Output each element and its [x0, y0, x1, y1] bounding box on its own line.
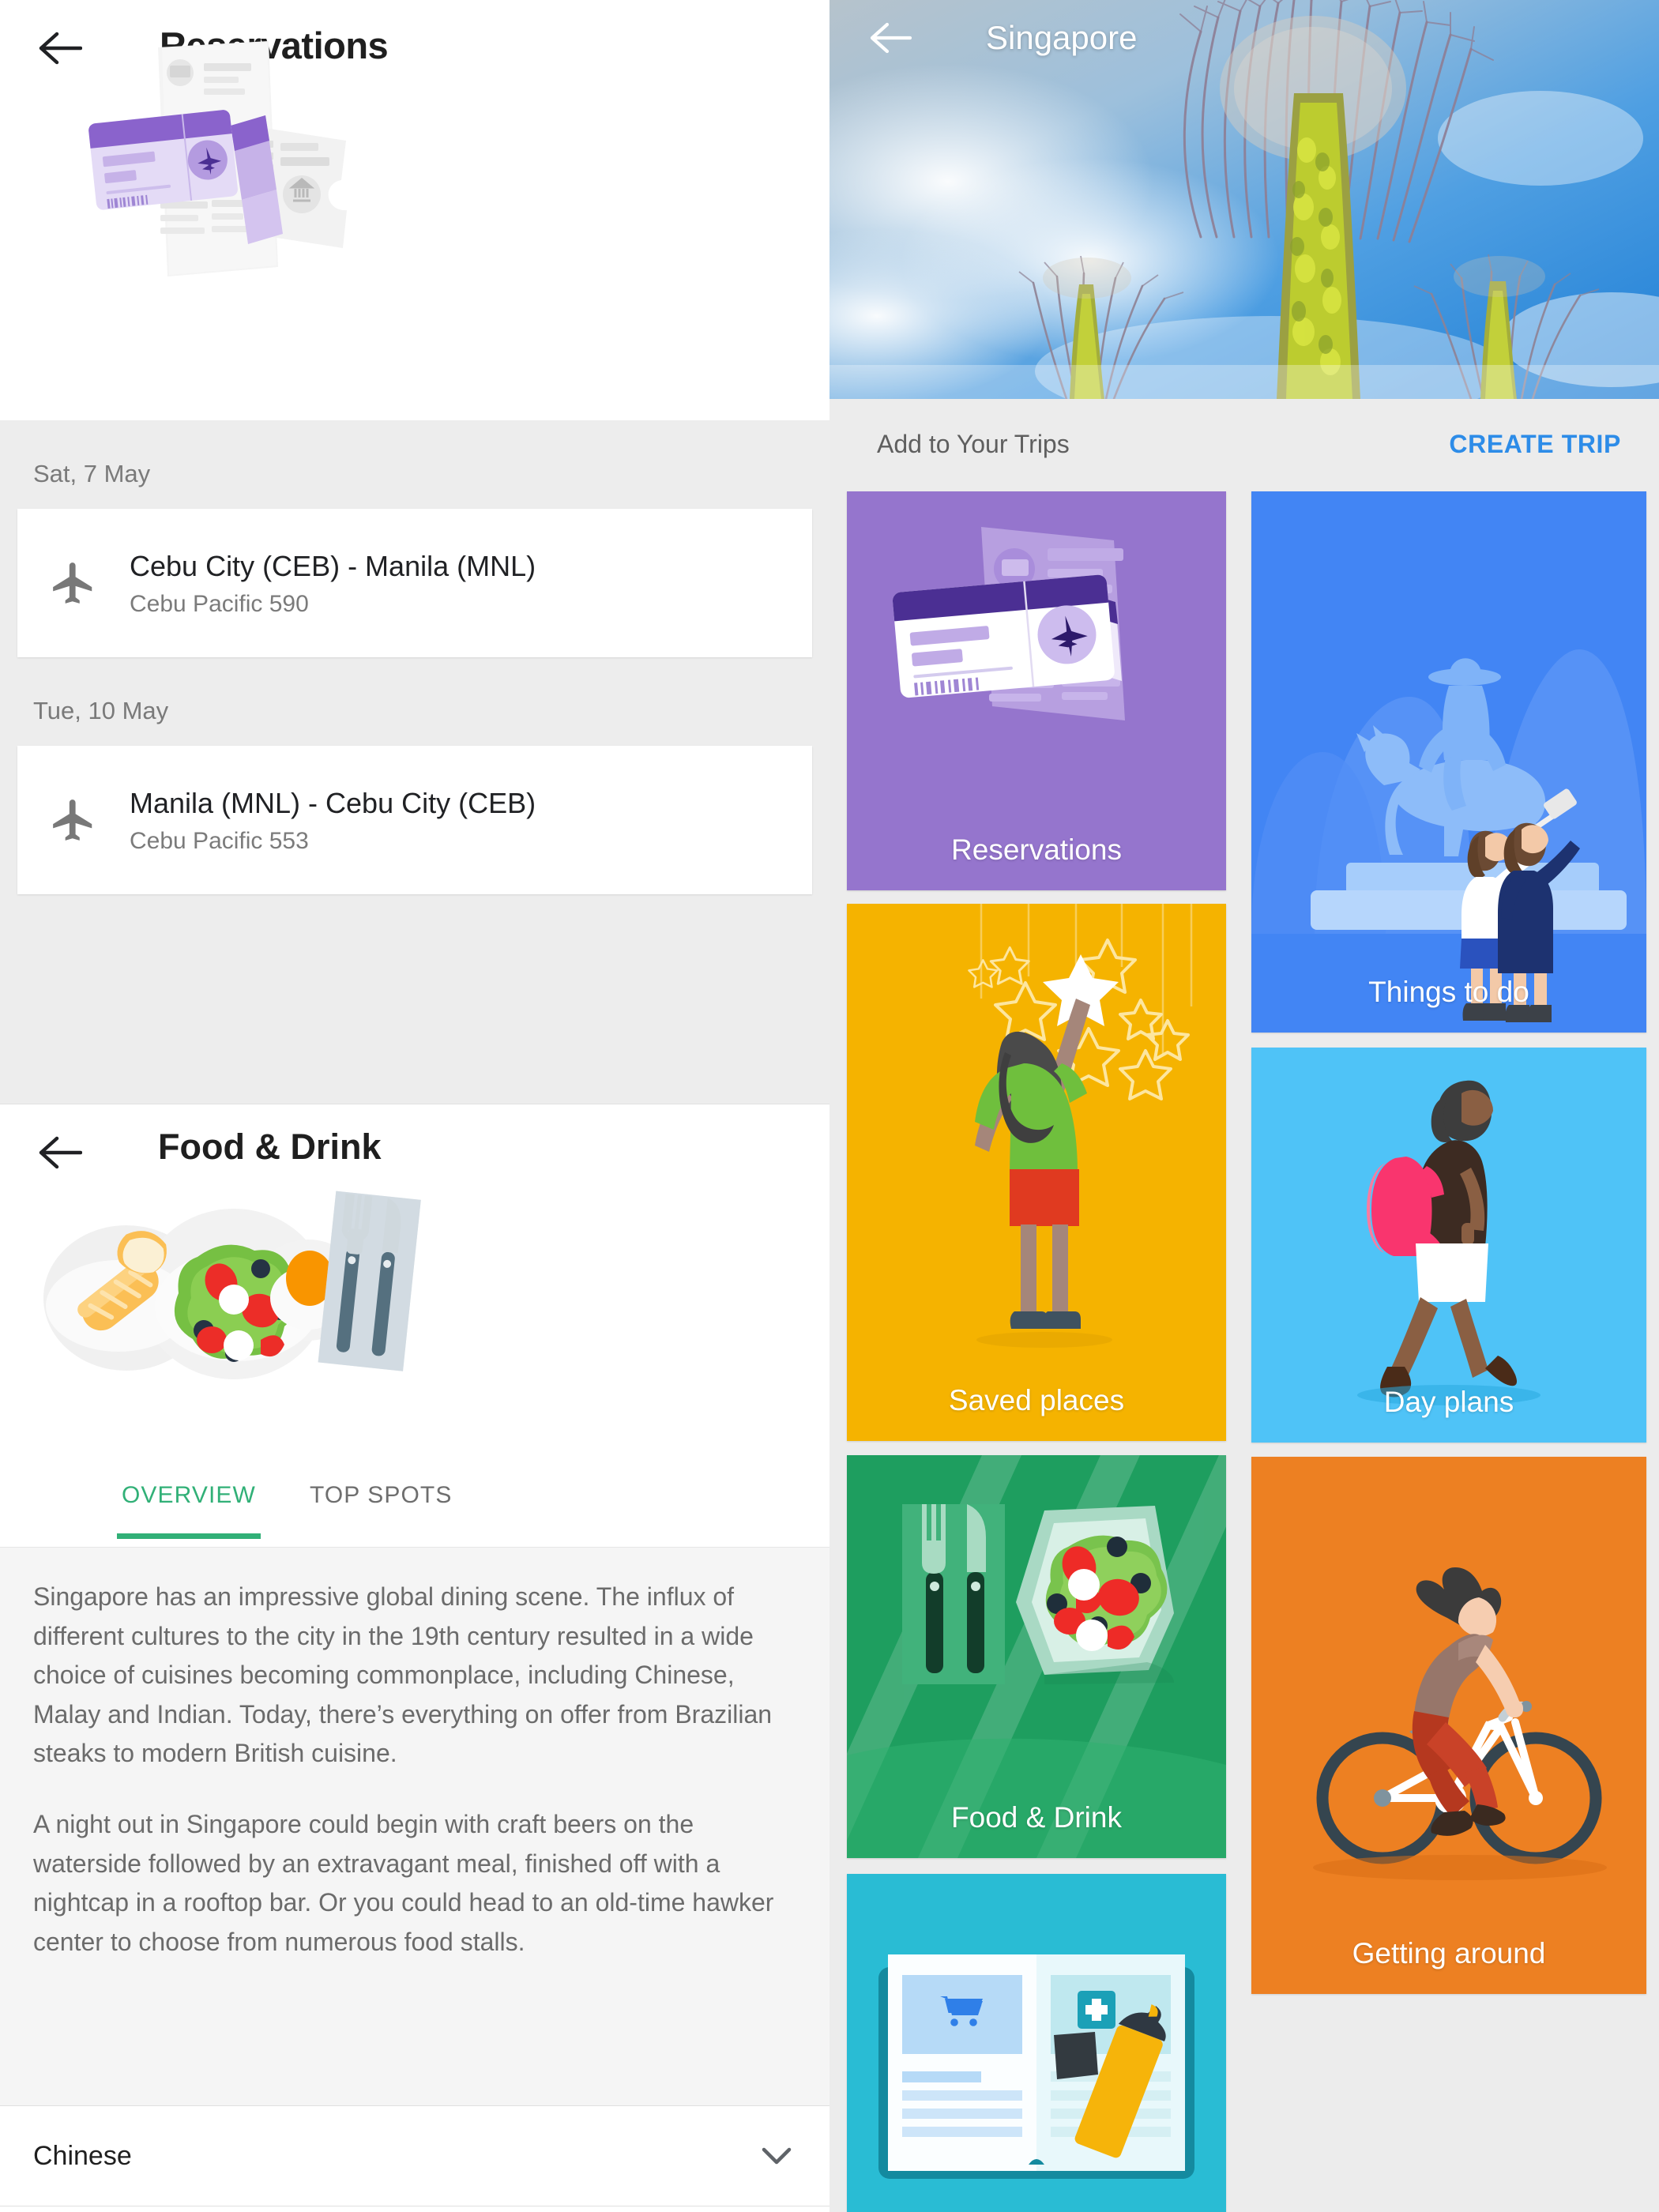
reservation-details: Cebu City (CEB) - Manila (MNL) Cebu Paci… [130, 548, 812, 618]
food-drink-header: Food & Drink OVERVIEW TOP SPOTS [0, 1104, 830, 1547]
destination-hero: Singapore [830, 0, 1659, 399]
salad-cutlery-illustration [847, 1455, 1226, 1858]
food-drink-tabs: OVERVIEW TOP SPOTS [0, 1471, 830, 1547]
salad-plate-illustration [0, 1156, 830, 1424]
overview-paragraph: Singapore has an impressive global dinin… [33, 1582, 773, 1768]
flight-route: Manila (MNL) - Cebu City (CEB) [130, 787, 536, 819]
left-panel: Reservations Sat, 7 May Cebu City (CEB) … [0, 0, 830, 2212]
tile-things-to-do[interactable]: Things to do [1251, 491, 1646, 1033]
reservations-header: Reservations [0, 0, 830, 420]
statue-selfie-illustration [1251, 491, 1646, 1033]
reservation-details: Manila (MNL) - Cebu City (CEB) Cebu Paci… [130, 785, 812, 855]
overview-paragraph: A night out in Singapore could begin wit… [33, 1809, 774, 1956]
airplane-icon [17, 559, 130, 608]
tile-saved-places[interactable]: Saved places [847, 904, 1226, 1441]
airplane-icon [17, 796, 130, 845]
cyclist-illustration [1251, 1457, 1646, 1994]
date-group-label: Sat, 7 May [33, 460, 151, 487]
app-screen: Reservations Sat, 7 May Cebu City (CEB) … [0, 0, 1659, 2212]
tab-top-spots[interactable]: TOP SPOTS [305, 1471, 457, 1509]
chevron-down-icon [760, 2145, 793, 2167]
back-arrow-icon[interactable] [869, 21, 912, 55]
tile-label: Getting around [1352, 1937, 1546, 1969]
reservation-row[interactable]: Cebu City (CEB) - Manila (MNL) Cebu Paci… [17, 509, 812, 657]
tile-food-drink[interactable]: Food & Drink [847, 1455, 1226, 1858]
tile-label: Food & Drink [951, 1801, 1122, 1834]
tile-day-plans[interactable]: Day plans [1251, 1048, 1646, 1443]
add-to-trips-label: Add to Your Trips [877, 430, 1070, 458]
tile-label: Things to do [1368, 976, 1529, 1008]
open-guidebook-highlighter-illustration [847, 1874, 1226, 2212]
hero-appbar: Singapore [830, 0, 1659, 75]
boarding-pass-illustration [0, 40, 830, 371]
add-to-trips-bar: Add to Your Trips CREATE TRIP [830, 399, 1659, 490]
food-drink-overview-body: Singapore has an impressive global dinin… [0, 1547, 830, 2105]
flight-airline: Cebu Pacific 553 [130, 828, 309, 854]
girl-reaching-star-illustration [847, 904, 1226, 1441]
tile-label: Saved places [948, 1384, 1125, 1416]
category-tile-grid: Reservations Things to do Saved places D… [830, 490, 1659, 2212]
flight-airline: Cebu Pacific 590 [130, 591, 309, 617]
reservation-row[interactable]: Manila (MNL) - Cebu City (CEB) Cebu Paci… [17, 746, 812, 894]
boarding-pass-illustration [892, 527, 1125, 720]
tile-reservations[interactable]: Reservations [847, 491, 1226, 890]
create-trip-button[interactable]: CREATE TRIP [1449, 430, 1621, 459]
tile-label: Reservations [951, 833, 1122, 866]
expander-label: Chinese [33, 2140, 132, 2171]
tile-label: Day plans [1383, 1386, 1514, 1418]
tab-overview[interactable]: OVERVIEW [117, 1471, 261, 1539]
walking-backpacker-illustration [1251, 1048, 1646, 1443]
flight-route: Cebu City (CEB) - Manila (MNL) [130, 550, 536, 582]
date-group-label: Tue, 10 May [33, 697, 169, 724]
tile-guidebook[interactable] [847, 1874, 1226, 2212]
reservations-list: Sat, 7 May Cebu City (CEB) - Manila (MNL… [0, 420, 830, 1104]
tile-getting-around[interactable]: Getting around [1251, 1457, 1646, 1994]
cuisine-expander-chinese[interactable]: Chinese [0, 2105, 830, 2206]
destination-title: Singapore [986, 18, 1138, 56]
right-panel: Singapore Add to Your Trips CREATE TRIP [830, 0, 1659, 2212]
